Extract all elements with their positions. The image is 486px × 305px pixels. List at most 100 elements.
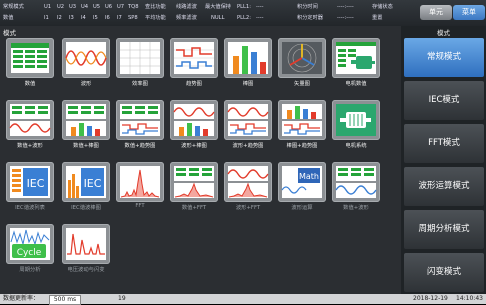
line-filter: 线路滤波	[176, 4, 197, 10]
mode-tile-motor-value[interactable]: 电机数值	[330, 38, 382, 88]
wave-bar-icon	[170, 100, 218, 140]
mode-tile-label: 波形	[80, 81, 92, 87]
vector-chart-icon	[278, 38, 326, 78]
mode-tile-numeric-bar[interactable]: 数值+棒图	[60, 100, 112, 150]
integration-time-label: 积分时间	[297, 4, 318, 10]
integration-timer-value: ----:----	[337, 15, 354, 21]
mode-tile-motor-system[interactable]: 电机系统	[330, 100, 382, 150]
mode-tile-label: 电机系统	[345, 143, 367, 149]
channel-i6: I6	[105, 15, 110, 21]
mode-tile-label: IEC谐波列表	[15, 205, 45, 211]
mode-tile-numeric-wave[interactable]: 数值+波形	[4, 100, 56, 150]
mode-tile-numeric-wave-2[interactable]: 数值+波形	[330, 162, 382, 212]
sidebar-item-flicker-mode[interactable]: 闪变模式	[404, 253, 484, 292]
mode-tile-label: 周期分析	[19, 267, 41, 273]
trend-chart-icon	[170, 38, 218, 78]
mode-tile-wave-math[interactable]: Math 波形运算	[276, 162, 328, 212]
menu-button[interactable]: 菜单	[453, 5, 485, 20]
integration-time-value: ----:----	[337, 4, 354, 10]
sidebar-item-normal-mode[interactable]: 常规模式	[404, 38, 484, 77]
mode-tile-label: 数值	[24, 81, 36, 87]
integration-timer-label: 积分定时器	[297, 15, 323, 21]
mode-tile-wave-trend[interactable]: 波形+趋势图	[222, 100, 274, 150]
time-display: 14:10:43	[456, 295, 483, 302]
mode-tile-bar-trend[interactable]: 棒图+趋势图	[276, 100, 328, 150]
mode-tile-label: 波形运算	[291, 205, 313, 211]
mode-tile-fft[interactable]: FFT	[114, 162, 166, 212]
mode-tile-label: 数值+棒图	[73, 143, 99, 149]
mode-tile-label: 趋势图	[186, 81, 202, 87]
mode-tile-label: 棒图+趋势图	[286, 143, 318, 149]
mode-tile-label: 矢量图	[294, 81, 310, 87]
channel-u1: U1	[44, 4, 52, 10]
sidebar-title: 模式	[437, 29, 450, 37]
mode-tile-bar[interactable]: 棒图	[222, 38, 274, 88]
storage-status: 存储状态	[372, 4, 393, 10]
motor-system-icon	[332, 100, 380, 140]
channel-u6: U6	[105, 4, 113, 10]
mode-tile-efficiency[interactable]: 效率图	[114, 38, 166, 88]
sidebar-item-wave-math-mode[interactable]: 波形运算模式	[404, 167, 484, 206]
sidebar-item-fft-mode[interactable]: FFT模式	[404, 124, 484, 163]
mode-tile-label: 波形+趋势图	[232, 143, 264, 149]
math-text: Math	[299, 172, 319, 181]
update-rate-label: 数据更新率：	[3, 295, 40, 302]
mode-tile-numeric-trend[interactable]: 数值+趋势图	[114, 100, 166, 150]
mode-tile-numeric-fft[interactable]: 数值+FFT	[168, 162, 220, 212]
mode-tile-label: 数值+波形	[17, 143, 43, 149]
mode-tile-label: 效率图	[132, 81, 148, 87]
mode-tile-label: 电压波动与闪变	[67, 267, 105, 273]
mode-tile-label: 数值+FFT	[181, 205, 207, 211]
channel-i2: I2	[57, 15, 62, 21]
fft-icon	[116, 162, 164, 202]
channel-u5: U5	[93, 4, 101, 10]
channel-i4: I4	[81, 15, 86, 21]
numeric-wave-2-icon	[332, 162, 380, 202]
channel-i1: I1	[44, 15, 49, 21]
mode-tile-cycle[interactable]: Cycle 周期分析	[4, 224, 56, 274]
channel-u4: U4	[81, 4, 89, 10]
wave-fft-icon	[224, 162, 272, 202]
pll1-label: PLL1:	[237, 4, 251, 10]
mode-tile-label: 波形+FFT	[235, 205, 261, 211]
flicker-icon	[62, 224, 110, 264]
mode-tile-flicker[interactable]: 电压波动与闪变	[60, 224, 112, 274]
mode-tile-iec-bar[interactable]: IEC IEC谐波棒图	[60, 162, 112, 212]
sidebar-item-cycle-mode[interactable]: 周期分析模式	[404, 210, 484, 249]
mode-tile-waveform[interactable]: 波形	[60, 38, 112, 88]
mode-tile-label: 数值+波形	[343, 205, 369, 211]
pll1-value: ----	[256, 4, 264, 10]
motor-value-icon	[332, 38, 380, 78]
mode-tile-label: IEC谐波棒图	[71, 205, 101, 211]
sidebar-item-iec-mode[interactable]: IEC模式	[404, 81, 484, 120]
mode-tile-iec-list[interactable]: IEC IEC谐波列表	[4, 162, 56, 212]
channel-sp8: SP8	[128, 15, 138, 21]
status-bar: 常规模式 U1 U2 U3 U4 U5 U6 U7 TQ8 查比功能 线路滤波 …	[0, 0, 486, 26]
display-type: 数值	[3, 15, 14, 21]
mode-tile-vector[interactable]: 矢量图	[276, 38, 328, 88]
mode-tile-trend[interactable]: 趋势图	[168, 38, 220, 88]
mode-tile-label: 数值+趋势图	[124, 143, 156, 149]
frequency-filter: 频率滤波	[176, 15, 197, 21]
iec-text: IEC	[27, 177, 45, 190]
max-hold-value: NULL	[211, 15, 225, 21]
average-function: 平均功能	[145, 15, 166, 21]
mode-grid-panel: 模式 数值 波形 效率图 趋势图 棒图 矢量图 电机数值 数值+波形 数值+棒图…	[0, 26, 401, 294]
data-count: 19	[118, 295, 126, 302]
mode-tile-wave-bar[interactable]: 波形+棒图	[168, 100, 220, 150]
mode-tile-numeric[interactable]: 数值	[4, 38, 56, 88]
mode-sidebar: 模式 常规模式 IEC模式 FFT模式 波形运算模式 周期分析模式 闪变模式	[401, 26, 486, 294]
compare-function: 查比功能	[145, 4, 166, 10]
channel-tq8: TQ8	[128, 4, 139, 10]
mode-tile-label: 波形+棒图	[181, 143, 207, 149]
mode-tile-label: FFT	[135, 203, 145, 209]
unit-button[interactable]: 单元	[420, 5, 452, 20]
bottom-status-bar: 数据更新率： 500 ms 19 2018-12-19 14:10:43	[0, 294, 486, 305]
reset-status: 重置	[372, 15, 383, 21]
mode-tile-wave-fft[interactable]: 波形+FFT	[222, 162, 274, 212]
numeric-table-icon	[6, 38, 54, 78]
pll2-label: PLL2:	[237, 15, 251, 21]
efficiency-chart-icon	[116, 38, 164, 78]
numeric-fft-icon	[170, 162, 218, 202]
iec-harmonic-list-icon: IEC	[6, 162, 54, 202]
